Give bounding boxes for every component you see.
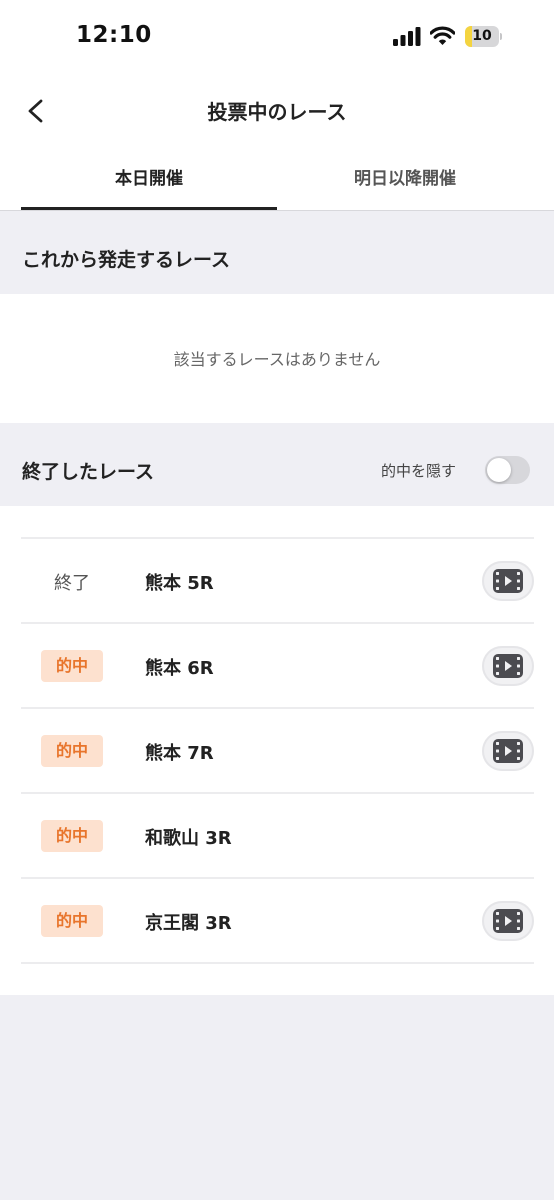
hide-hits-label: 的中を隠す [381,462,457,480]
race-name: 熊本 7R [145,743,214,764]
battery-level-text: 10 [472,28,492,44]
wifi-icon [429,26,456,46]
race-video-button[interactable] [482,646,534,686]
battery-body: 10 [465,26,499,47]
race-name: 和歌山 3R [145,828,232,849]
battery-indicator: 10 [465,26,502,47]
status-bar: 12:10 10 [0,0,554,76]
race-video-button[interactable] [482,561,534,601]
race-status-hit-badge: 的中 [41,650,103,682]
hide-hits-toggle[interactable] [485,456,530,484]
race-status-hit-badge: 的中 [41,820,103,852]
race-row-kumamoto-7r[interactable]: 的中 熊本 7R [21,707,534,792]
race-name: 熊本 6R [145,658,214,679]
finished-races-title: 終了したレース [22,461,155,483]
race-row-keiokaku-3r[interactable]: 的中 京王閣 3R [21,877,534,962]
race-status-hit-badge: 的中 [41,735,103,767]
race-row-kumamoto-5r[interactable]: 終了 熊本 5R [21,537,534,622]
battery-cap [500,33,502,40]
tab-tomorrow-onwards[interactable]: 明日以降開催 [277,152,533,210]
race-status-hit-badge: 的中 [41,905,103,937]
toggle-knob [487,458,511,482]
race-row-wakayama-3r[interactable]: 的中 和歌山 3R [21,792,534,877]
video-icon [493,569,523,593]
video-icon [493,654,523,678]
video-icon [493,739,523,763]
page-title: 投票中のレース [207,100,347,124]
race-list-bottom-divider [21,962,534,964]
status-time: 12:10 [76,22,152,48]
race-status-finished: 終了 [54,573,90,594]
cellular-signal-icon [393,27,421,46]
upcoming-races-empty: 該当するレースはありません [0,294,554,423]
race-name: 熊本 5R [145,573,214,594]
race-row-kumamoto-6r[interactable]: 的中 熊本 6R [21,622,534,707]
empty-message: 該当するレースはありません [173,350,381,369]
upcoming-races-title: これから発走するレース [22,249,231,271]
video-icon [493,909,523,933]
race-name: 京王閣 3R [145,913,232,934]
race-video-button[interactable] [482,901,534,941]
tab-today[interactable]: 本日開催 [21,152,277,210]
upcoming-races-header: これから発走するレース [0,211,554,294]
race-video-button[interactable] [482,731,534,771]
finished-races-header: 終了したレース 的中を隠す [0,423,554,506]
